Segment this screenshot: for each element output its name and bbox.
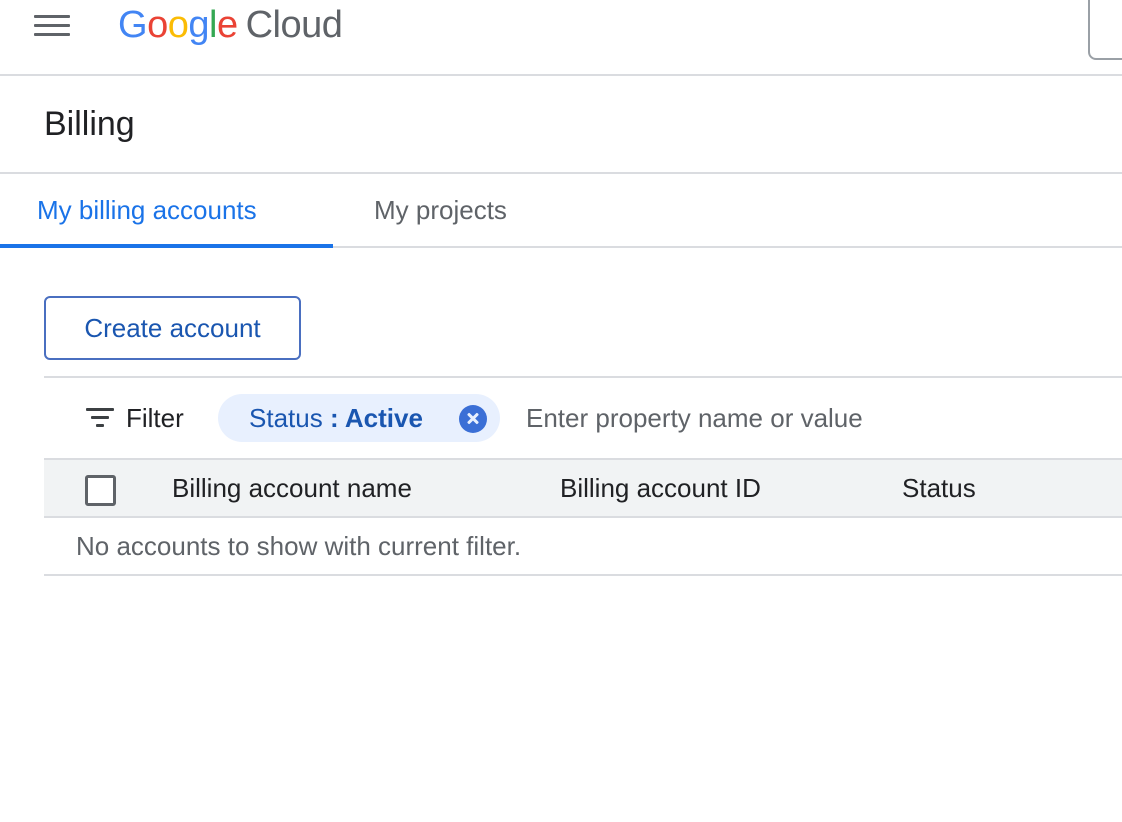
logo-letter: g — [188, 4, 209, 46]
tab-my-billing-accounts[interactable]: My billing accounts — [0, 174, 333, 248]
logo-letter: o — [167, 4, 189, 46]
empty-state-message: No accounts to show with current filter. — [76, 531, 522, 561]
divider — [44, 574, 1122, 576]
page-title: Billing — [44, 105, 135, 143]
column-header-billing-account-id[interactable]: Billing account ID — [560, 470, 761, 506]
status-filter-chip[interactable]: Status : Active — [218, 394, 500, 442]
column-header-billing-account-name[interactable]: Billing account name — [172, 470, 412, 506]
chip-value: Active — [344, 403, 423, 433]
filter-icon[interactable] — [86, 406, 114, 430]
divider — [44, 376, 1122, 378]
create-account-button[interactable]: Create account — [44, 296, 301, 360]
close-circle-icon[interactable] — [459, 405, 487, 433]
top-app-bar: Google Cloud — [0, 0, 1122, 76]
menu-line — [34, 33, 70, 36]
filter-line — [91, 416, 109, 419]
logo-letter: o — [147, 4, 168, 46]
chip-text: Status : Active — [249, 400, 423, 436]
select-all-checkbox[interactable] — [85, 475, 116, 506]
tab-my-projects[interactable]: My projects — [374, 174, 507, 246]
top-right-control[interactable] — [1088, 0, 1122, 60]
filter-line — [86, 408, 114, 411]
filter-input[interactable] — [516, 396, 1116, 440]
logo-letter: G — [118, 4, 148, 46]
logo-letter: e — [216, 4, 238, 46]
logo-product-name: Cloud — [245, 4, 343, 46]
chip-key: Status — [249, 403, 323, 433]
menu-line — [34, 24, 70, 27]
filter-label[interactable]: Filter — [126, 400, 184, 436]
tab-bar: My billing accounts My projects — [0, 174, 1122, 248]
filter-line — [96, 424, 104, 427]
hamburger-menu-icon[interactable] — [30, 8, 74, 44]
menu-line — [34, 15, 70, 18]
chip-separator: : — [322, 403, 345, 433]
column-header-status[interactable]: Status — [902, 470, 976, 506]
logo-letter: l — [208, 4, 217, 46]
google-cloud-logo[interactable]: Google Cloud — [118, 2, 343, 50]
